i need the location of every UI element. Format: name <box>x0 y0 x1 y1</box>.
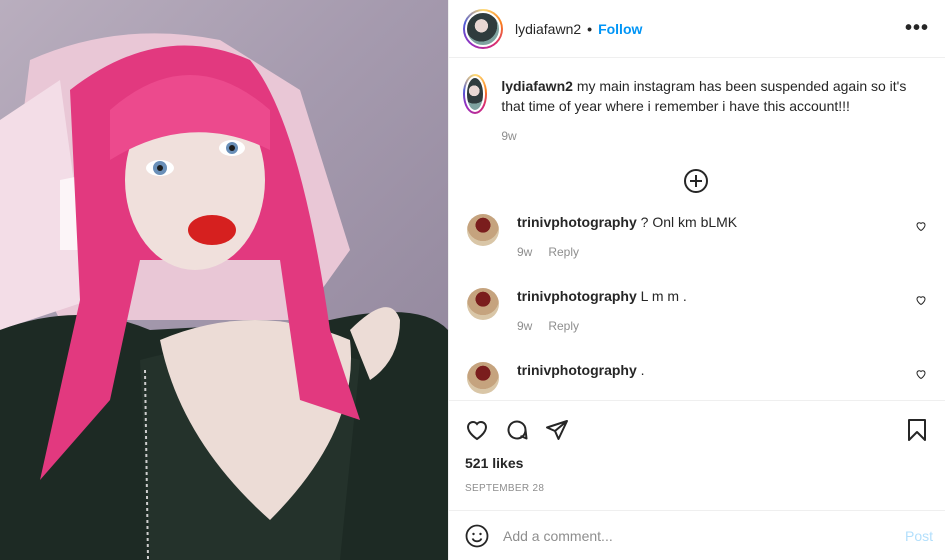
commenter-avatar[interactable] <box>467 362 499 394</box>
post-sidebar: lydiafawn2 • Follow ••• lydiafawn2 my ma… <box>448 0 945 560</box>
author-avatar[interactable] <box>463 8 503 49</box>
photo-illustration <box>0 33 448 560</box>
reply-button[interactable]: Reply <box>548 316 579 336</box>
heart-icon[interactable] <box>465 418 489 442</box>
post-header: lydiafawn2 • Follow ••• <box>449 0 945 58</box>
instagram-post: lydiafawn2 • Follow ••• lydiafawn2 my ma… <box>0 0 945 560</box>
more-options-icon[interactable]: ••• <box>905 17 929 40</box>
load-more-comments[interactable] <box>463 168 929 194</box>
add-comment-bar: Post <box>449 510 945 560</box>
caption-username[interactable]: lydiafawn2 <box>501 78 573 94</box>
like-comment-icon[interactable] <box>915 368 927 380</box>
commenter-avatar[interactable] <box>467 214 499 246</box>
reply-button[interactable]: Reply <box>548 242 579 262</box>
author-username[interactable]: lydiafawn2 <box>515 21 581 37</box>
action-icons <box>465 401 929 455</box>
comment-username[interactable]: trinivphotography <box>517 288 637 304</box>
comment-text: L m m . <box>640 288 687 304</box>
like-comment-icon[interactable] <box>915 294 927 306</box>
comment-input[interactable] <box>503 527 905 544</box>
post-photo[interactable] <box>0 0 448 560</box>
plus-circle-icon[interactable] <box>683 168 709 194</box>
caption-time[interactable]: 9w <box>501 126 516 146</box>
comment-time[interactable]: 9w <box>517 316 532 336</box>
bookmark-icon[interactable] <box>905 418 929 442</box>
emoji-icon[interactable] <box>465 524 489 548</box>
post-caption: lydiafawn2 my main instagram has been su… <box>463 74 929 146</box>
comment-text: ? Onl km bLMK <box>640 214 738 230</box>
post-actions: 521 likes SEPTEMBER 28 <box>449 400 945 510</box>
comment-username[interactable]: trinivphotography <box>517 214 637 230</box>
post-comment-button[interactable]: Post <box>905 528 933 544</box>
like-count[interactable]: 521 likes <box>465 455 929 471</box>
comment-text: . <box>640 362 645 378</box>
comment-item: trinivphotography L m m . 9w Reply <box>463 286 929 336</box>
like-comment-icon[interactable] <box>915 220 927 232</box>
commenter-avatar[interactable] <box>467 288 499 320</box>
comment-item: trinivphotography . <box>463 360 929 394</box>
comment-time[interactable]: 9w <box>517 242 532 262</box>
header-separator: • <box>587 20 593 37</box>
comment-icon[interactable] <box>505 418 529 442</box>
caption-avatar[interactable] <box>463 74 488 114</box>
follow-button[interactable]: Follow <box>598 21 642 37</box>
comments-list[interactable]: lydiafawn2 my main instagram has been su… <box>449 58 945 400</box>
comment-username[interactable]: trinivphotography <box>517 362 637 378</box>
comment-item: trinivphotography ? Onl km bLMK 9w Reply <box>463 212 929 262</box>
share-icon[interactable] <box>545 418 569 442</box>
post-date[interactable]: SEPTEMBER 28 <box>465 483 929 494</box>
